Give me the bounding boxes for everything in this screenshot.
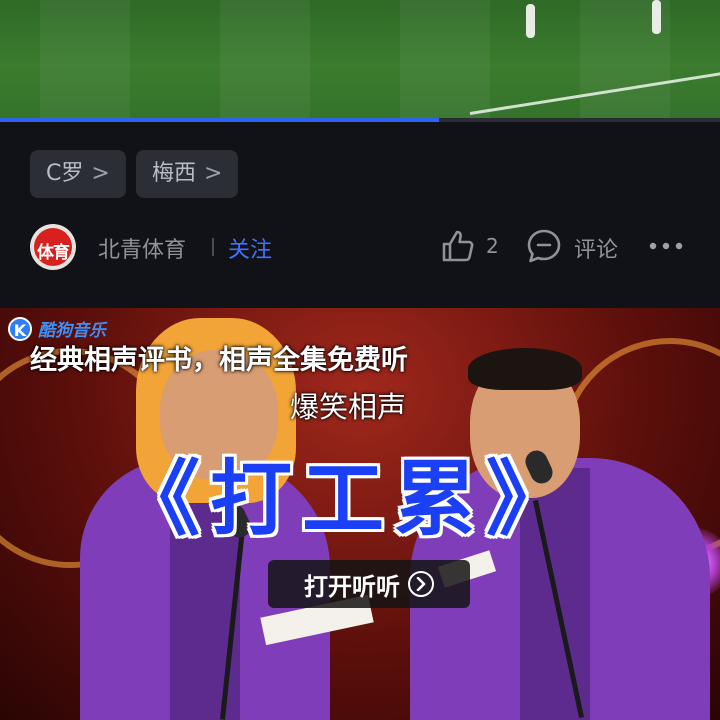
pitch-stripe xyxy=(40,0,130,120)
player-figure xyxy=(526,4,535,38)
thumbs-up-icon[interactable] xyxy=(440,228,476,264)
divider xyxy=(212,238,214,256)
ad-headline: 经典相声评书，相声全集免费听 xyxy=(30,345,408,376)
chevron-right-icon: > xyxy=(204,161,223,186)
kugou-logo-icon: K xyxy=(8,316,32,341)
player-figure xyxy=(652,0,661,34)
avatar[interactable]: 体育 xyxy=(30,224,76,270)
author-name[interactable]: 北青体育 xyxy=(98,232,186,264)
open-listen-label: 打开听听 xyxy=(304,572,400,601)
ad-big-title: 《打工累》 xyxy=(118,451,579,547)
tag-label: 梅西 xyxy=(152,161,197,186)
tag-chip-c-luo[interactable]: C罗 > xyxy=(30,150,126,198)
more-dots-icon[interactable] xyxy=(648,236,684,256)
follow-button[interactable]: 关注 xyxy=(228,232,272,264)
ad-subtitle: 爆笑相声 xyxy=(290,390,407,424)
chevron-right-circle-icon xyxy=(408,571,434,597)
video-player[interactable] xyxy=(0,0,720,120)
open-listen-button[interactable]: 打开听听 xyxy=(268,560,470,608)
avatar-logo-text: 体育 xyxy=(37,243,70,263)
author-row: 体育 北青体育 关注 2 评论 xyxy=(30,222,690,272)
comment-label[interactable]: 评论 xyxy=(574,232,618,264)
tag-chip-mei-xi[interactable]: 梅西 > xyxy=(136,150,239,198)
video-info-panel: C罗 > 梅西 > 体育 北青体育 关注 2 评论 xyxy=(0,122,720,308)
pitch-stripe xyxy=(220,0,310,120)
like-count: 2 xyxy=(486,234,499,258)
tag-label: C罗 xyxy=(46,161,84,186)
comment-icon[interactable] xyxy=(526,228,562,264)
chevron-right-icon: > xyxy=(91,161,110,186)
ad-banner[interactable]: K 酷狗音乐 经典相声评书，相声全集免费听 爆笑相声 《打工累》 打开听听 xyxy=(0,308,720,720)
pitch-stripe xyxy=(400,0,490,120)
performer-right-hair xyxy=(468,348,582,390)
